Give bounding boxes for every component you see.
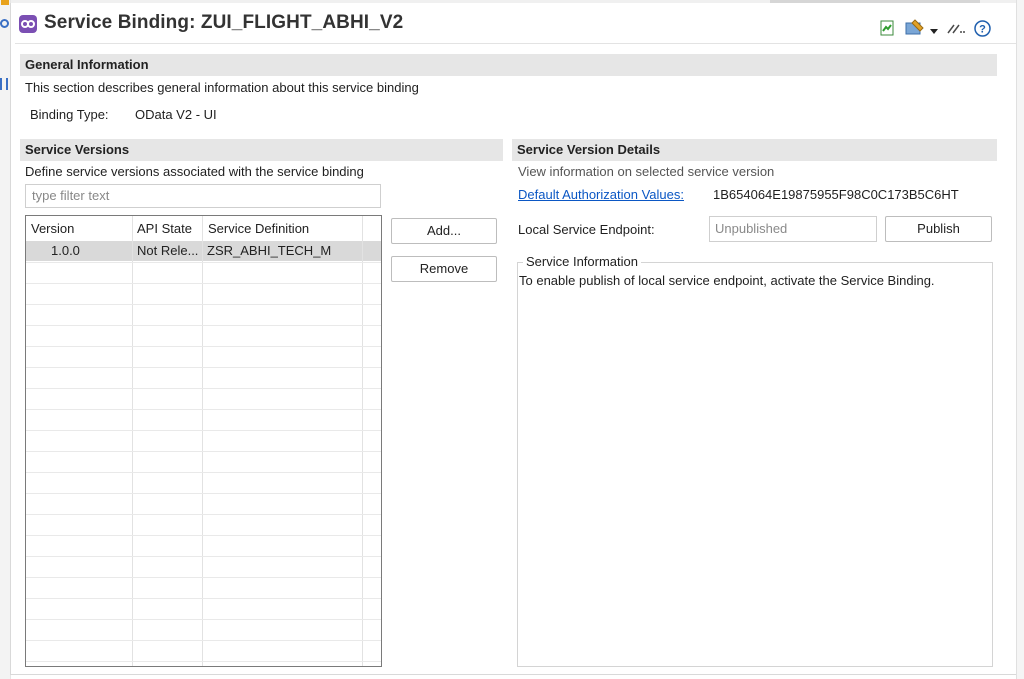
row-divider (26, 367, 381, 368)
row-divider (26, 346, 381, 347)
add-button[interactable]: Add... (391, 218, 497, 244)
binding-type-value: OData V2 - UI (135, 107, 217, 122)
service-versions-description: Define service versions associated with … (25, 164, 364, 179)
row-divider (26, 283, 381, 284)
service-information-group (517, 262, 993, 667)
table-header: Version API State Service Definition (26, 216, 381, 241)
export-icon[interactable] (880, 20, 895, 36)
row-divider (26, 535, 381, 536)
help-icon[interactable]: ? (974, 20, 991, 37)
general-information-description: This section describes general informati… (25, 80, 419, 95)
service-version-details-header: Service Version Details (512, 139, 997, 161)
page-title: Service Binding: ZUI_FLIGHT_ABHI_V2 (44, 12, 404, 33)
column-header-version[interactable]: Version (31, 221, 74, 236)
row-divider (26, 514, 381, 515)
local-service-endpoint-label: Local Service Endpoint: (518, 222, 655, 237)
row-divider (26, 619, 381, 620)
filter-input[interactable]: type filter text (25, 184, 381, 208)
row-divider (26, 409, 381, 410)
cell-version: 1.0.0 (51, 243, 80, 258)
service-binding-icon (19, 15, 37, 33)
service-version-details-description: View information on selected service ver… (518, 164, 775, 179)
table-row[interactable]: 1.0.0 Not Rele... ZSR_ABHI_TECH_M (26, 241, 381, 261)
service-versions-header: Service Versions (20, 139, 503, 161)
right-scroll-edge (1016, 0, 1024, 679)
service-information-text: To enable publish of local service endpo… (519, 273, 935, 288)
column-header-service-definition[interactable]: Service Definition (208, 221, 309, 236)
title-divider (15, 43, 1016, 44)
local-service-endpoint-field[interactable]: Unpublished (709, 216, 877, 242)
service-versions-table[interactable]: Version API State Service Definition 1.0… (25, 215, 382, 667)
publish-button[interactable]: Publish (885, 216, 992, 242)
row-divider (26, 430, 381, 431)
dots-menu-icon[interactable] (946, 21, 966, 35)
authorization-value: 1B654064E19875955F98C0C173B5C6HT (713, 187, 959, 202)
row-divider (26, 388, 381, 389)
column-header-api-state[interactable]: API State (137, 221, 192, 236)
row-divider (26, 262, 381, 263)
cell-service-definition: ZSR_ABHI_TECH_M (207, 243, 332, 258)
gutter-folder-icon[interactable] (1, 0, 9, 5)
general-information-header: General Information (20, 54, 997, 76)
row-divider (26, 451, 381, 452)
row-divider (26, 304, 381, 305)
row-divider (26, 661, 381, 662)
row-divider (26, 472, 381, 473)
remove-button[interactable]: Remove (391, 256, 497, 282)
edit-properties-icon[interactable] (905, 19, 925, 37)
binding-type-label: Binding Type: (30, 107, 109, 122)
svg-text:?: ? (979, 24, 986, 36)
row-divider (26, 493, 381, 494)
row-divider (26, 556, 381, 557)
row-divider (26, 325, 381, 326)
service-information-title: Service Information (523, 254, 641, 269)
chevron-down-icon[interactable] (930, 23, 938, 34)
default-authorization-values-link[interactable]: Default Authorization Values: (518, 187, 684, 202)
cell-api-state: Not Rele... (137, 243, 199, 258)
row-divider (26, 577, 381, 578)
gutter-link-icon[interactable] (0, 19, 9, 28)
row-divider (26, 640, 381, 641)
row-divider (26, 598, 381, 599)
gutter-outline-icon[interactable] (0, 78, 8, 90)
